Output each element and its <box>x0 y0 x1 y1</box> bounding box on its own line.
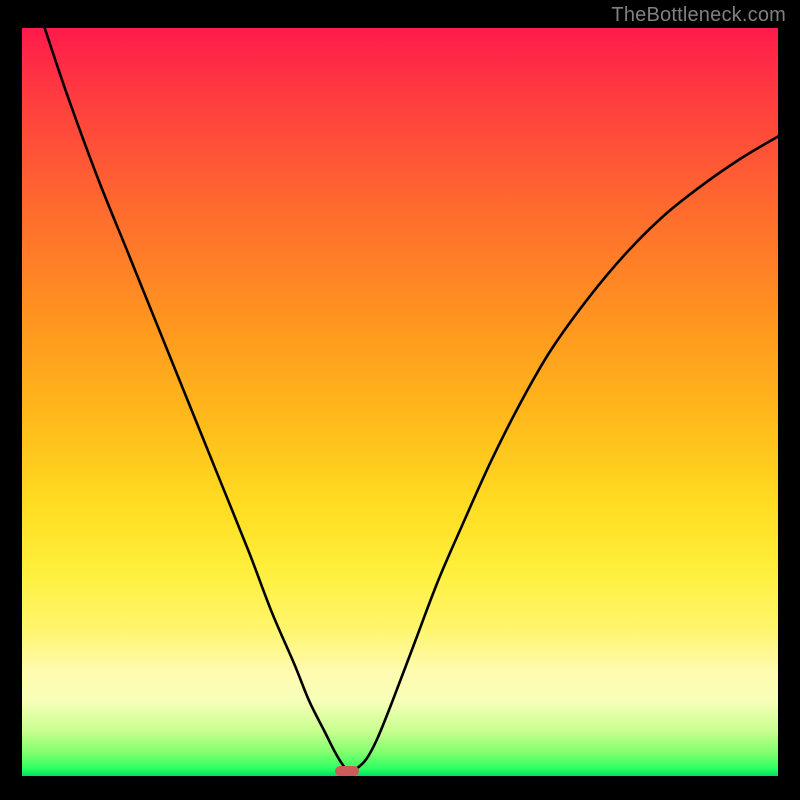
plot-area <box>22 28 778 776</box>
optimum-marker <box>335 766 359 776</box>
bottleneck-curve <box>45 28 778 772</box>
curve-svg <box>22 28 778 776</box>
watermark-text: TheBottleneck.com <box>611 4 786 27</box>
stage: TheBottleneck.com <box>0 0 800 800</box>
